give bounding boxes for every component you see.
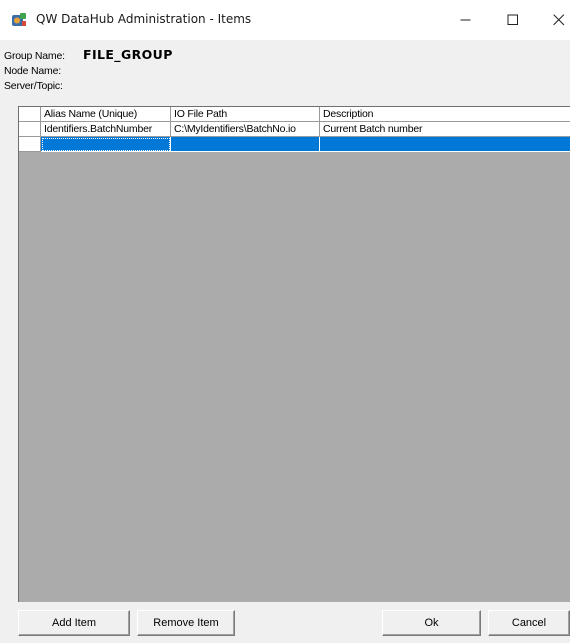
maximize-button[interactable] (490, 0, 536, 40)
minimize-button[interactable] (443, 0, 489, 40)
maximize-icon (507, 14, 518, 25)
items-grid[interactable]: Alias Name (Unique) IO File Path Descrip… (18, 106, 570, 602)
datahub-app-icon (11, 12, 27, 28)
column-header-io-path[interactable]: IO File Path (171, 107, 320, 122)
alias-cell[interactable] (41, 137, 171, 152)
items-dialog: QW DataHub Administration - Items Group … (0, 0, 570, 643)
grid-header-row: Alias Name (Unique) IO File Path Descrip… (19, 107, 570, 122)
group-name-label: Group Name: (4, 50, 65, 62)
remove-item-button[interactable]: Remove Item (137, 610, 235, 636)
close-button[interactable] (536, 0, 570, 40)
group-name-value: FILE_GROUP (83, 47, 173, 62)
cancel-button[interactable]: Cancel (488, 610, 570, 636)
close-icon (553, 14, 565, 26)
column-header-description[interactable]: Description (320, 107, 570, 122)
ok-button[interactable]: Ok (382, 610, 481, 636)
add-item-button[interactable]: Add Item (18, 610, 130, 636)
new-item-row[interactable] (19, 137, 570, 152)
description-cell[interactable] (320, 137, 570, 152)
server-topic-label: Server/Topic: (4, 80, 63, 92)
window-title: QW DataHub Administration - Items (36, 12, 252, 26)
row-selector[interactable] (19, 122, 41, 137)
io-path-cell[interactable] (171, 137, 320, 152)
minimize-icon (460, 19, 471, 21)
node-name-label: Node Name: (4, 65, 61, 77)
title-bar[interactable]: QW DataHub Administration - Items (0, 0, 570, 40)
table-row[interactable]: Identifiers.BatchNumber C:\MyIdentifiers… (19, 122, 570, 137)
column-header-alias[interactable]: Alias Name (Unique) (41, 107, 171, 122)
io-path-cell[interactable]: C:\MyIdentifiers\BatchNo.io (171, 122, 320, 137)
description-cell[interactable]: Current Batch number (320, 122, 570, 137)
alias-cell[interactable]: Identifiers.BatchNumber (41, 122, 171, 137)
row-selector[interactable] (19, 137, 41, 152)
row-header-corner[interactable] (19, 107, 41, 122)
